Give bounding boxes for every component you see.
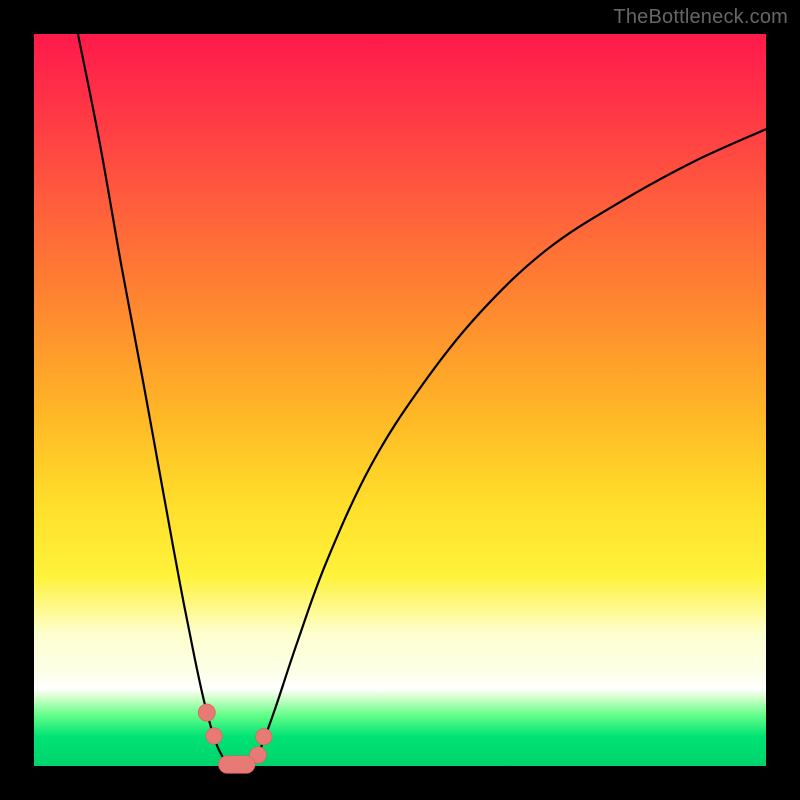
watermark-text: TheBottleneck.com [613,6,788,29]
right-upper-dot [256,729,272,745]
left-lower-dot [206,728,222,744]
curve-layer [34,34,766,766]
chart-frame: TheBottleneck.com [0,0,800,800]
plot-area [34,34,766,766]
marker-group [198,704,272,773]
curve-left [78,34,227,764]
left-upper-dot [198,704,215,721]
curve-right [254,129,766,764]
bottom-pill-marker [218,756,255,774]
